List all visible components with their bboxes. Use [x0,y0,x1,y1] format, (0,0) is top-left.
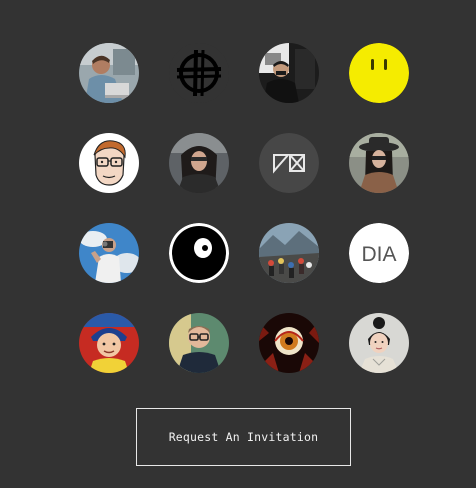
avatar-geometric-logo[interactable] [259,133,319,193]
avatar-woman-dark-hair[interactable] [169,133,229,193]
dia-logo-text: DIA [361,243,396,266]
avatar-grid: DIA [79,43,409,373]
request-invitation-button[interactable]: Request An Invitation [136,408,351,466]
avatar-crosshair-logo[interactable] [169,43,229,103]
avatar-eyeball-logo[interactable] [169,223,229,283]
avatar-photographer-sky[interactable] [79,223,139,283]
avatar-man-at-desk[interactable] [259,43,319,103]
avatar-group-mountain[interactable] [259,223,319,283]
avatar-woman-hat[interactable] [349,133,409,193]
avatar-monster-eye[interactable] [259,313,319,373]
avatar-smiley-face[interactable] [349,43,409,103]
avatar-woman-bun[interactable] [349,313,409,373]
avatar-child-red[interactable] [79,313,139,373]
avatar-man-on-laptop[interactable] [79,43,139,103]
request-invitation-label: Request An Invitation [168,430,319,444]
avatar-man-glasses[interactable] [169,313,229,373]
avatar-cartoon-glasses[interactable] [79,133,139,193]
page: DIA Request An Invitation [0,0,476,488]
avatar-dia-logo[interactable]: DIA [349,223,409,283]
